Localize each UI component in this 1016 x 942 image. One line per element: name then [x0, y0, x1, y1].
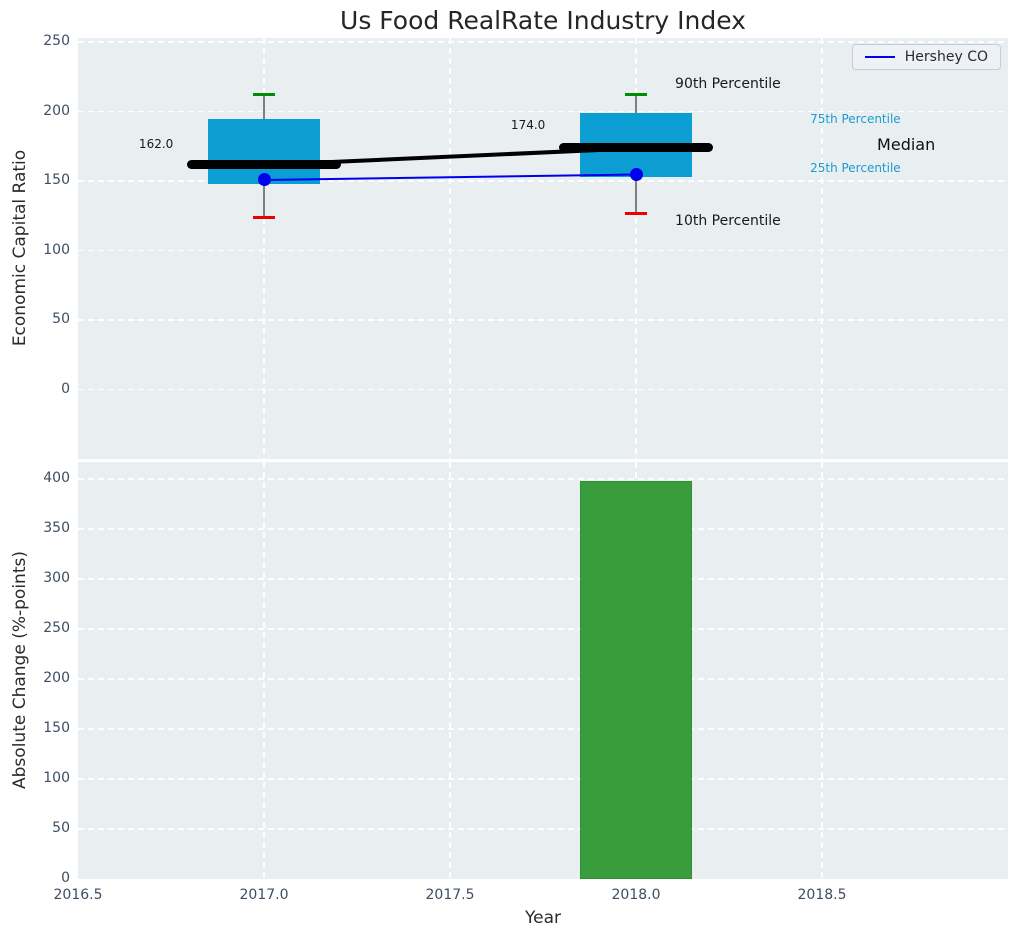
top-plot-area: 162.0 174.0 90th Percentile 10th Percentile… [78, 38, 1008, 459]
p90-cap-2018 [624, 93, 648, 97]
median-segment-2018 [558, 143, 713, 153]
gridline-vertical [821, 462, 823, 879]
gridline-vertical [821, 38, 823, 459]
y-tick-label: 150 [43, 172, 70, 189]
annotation-10th-percentile: 10th Percentile [675, 213, 781, 230]
legend: Hershey CO [851, 44, 1001, 70]
gridline-horizontal [78, 778, 1008, 780]
legend-label: Hershey CO [904, 49, 988, 65]
company-point-2018 [629, 167, 643, 181]
gridline-horizontal [78, 478, 1008, 480]
annotation-median: Median [877, 135, 936, 155]
gridline-horizontal [78, 249, 1008, 252]
gridline-horizontal [78, 388, 1008, 391]
gridline-horizontal [78, 678, 1008, 680]
gridline-horizontal [78, 528, 1008, 530]
gridline-vertical [449, 38, 451, 459]
gridline-horizontal [78, 41, 1008, 43]
gridline-horizontal [78, 319, 1008, 321]
y-tick-label: 100 [43, 241, 70, 258]
y-tick-label: 200 [43, 670, 70, 686]
y-tick-label: 400 [43, 470, 70, 486]
p10-cap-2017 [252, 215, 276, 219]
bar-2018 [580, 481, 692, 879]
chart-title: Us Food RealRate Industry Index [340, 6, 746, 35]
y-tick-label: 300 [43, 570, 70, 586]
gridline-vertical [263, 462, 265, 879]
gridline-horizontal [78, 628, 1008, 630]
company-point-2017 [257, 173, 271, 187]
y-tick-label: 250 [43, 33, 70, 50]
annotation-75th-percentile: 75th Percentile [810, 111, 901, 126]
annotation-90th-percentile: 90th Percentile [675, 76, 781, 93]
y-tick-label: 50 [52, 820, 70, 836]
gridline-horizontal [78, 728, 1008, 730]
y-tick-label: 100 [43, 770, 70, 786]
x-tick-label: 2018.0 [611, 887, 661, 903]
bottom-plot-area [78, 462, 1008, 879]
gridline-vertical [449, 462, 451, 879]
y-tick-label: 200 [43, 102, 70, 119]
x-axis-label: Year [525, 908, 561, 928]
y-tick-label: 250 [43, 620, 70, 636]
y-tick-label: 150 [43, 720, 70, 736]
x-tick-label: 2017.5 [425, 887, 475, 903]
y-tick-label: 0 [61, 870, 70, 886]
legend-line-swatch [864, 55, 895, 59]
x-tick-label: 2016.5 [53, 887, 103, 903]
figure-canvas: Us Food RealRate Industry Index Economic… [0, 0, 1016, 942]
median-segment-2017 [186, 159, 341, 169]
annotation-25th-percentile: 25th Percentile [810, 160, 901, 175]
y-tick-label: 0 [61, 380, 70, 397]
annotation-174-0: 174.0 [510, 117, 546, 132]
x-tick-label: 2017.0 [239, 887, 289, 903]
p90-cap-2017 [252, 93, 276, 97]
y-tick-label: 350 [43, 520, 70, 536]
x-tick-label: 2018.5 [797, 887, 847, 903]
y-tick-label: 50 [52, 311, 70, 328]
annotation-162-0: 162.0 [138, 136, 174, 151]
gridline-horizontal [78, 828, 1008, 830]
gridline-horizontal [78, 578, 1008, 580]
p10-cap-2018 [624, 211, 648, 215]
